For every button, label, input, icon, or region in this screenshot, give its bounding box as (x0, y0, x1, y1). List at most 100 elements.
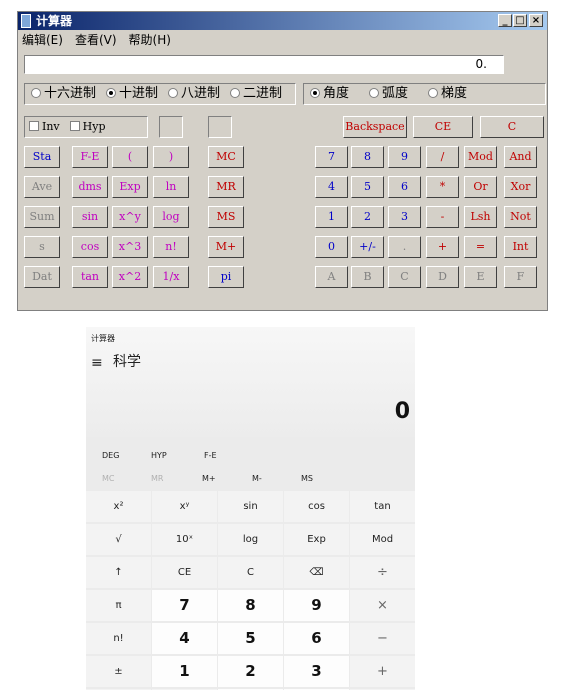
func-button-ln[interactable]: ln (153, 176, 189, 198)
calc-key-key-5-4[interactable]: + (350, 656, 415, 687)
radio-radians[interactable]: 弧度 (369, 84, 408, 104)
calc-key-key-2-3[interactable]: ⌫ (284, 557, 349, 588)
checkbox-inv[interactable]: Inv (29, 117, 60, 137)
key-button-mod[interactable]: Mod (464, 146, 497, 168)
memory-button-ms[interactable]: MS (301, 474, 313, 484)
calc-key-4-4-1[interactable]: 4 (152, 623, 217, 654)
calc-key-cos-0-3[interactable]: cos (284, 491, 349, 522)
calc-key-6-4-3[interactable]: 6 (284, 623, 349, 654)
key-button-int[interactable]: Int (504, 236, 537, 258)
calc-key-9-3-3[interactable]: 9 (284, 590, 349, 621)
menu-view[interactable]: 查看(V) (75, 33, 117, 47)
radio-dec[interactable]: 十进制 (106, 84, 158, 104)
calc-key-ce-2-1[interactable]: CE (152, 557, 217, 588)
menu-edit[interactable]: 编辑(E) (22, 33, 63, 47)
mode-toggle-f-e[interactable]: F-E (204, 451, 217, 461)
calc-key-tan-0-4[interactable]: tan (350, 491, 415, 522)
func-button-key[interactable]: ) (153, 146, 189, 168)
memory-button-mc[interactable]: MC (208, 146, 244, 168)
key-button-key[interactable]: = (464, 236, 497, 258)
key-button-9[interactable]: 9 (388, 146, 421, 168)
func-button-n[interactable]: n! (153, 236, 189, 258)
calc-key-8-3-2[interactable]: 8 (218, 590, 283, 621)
func-button-s[interactable]: s (24, 236, 60, 258)
key-button-and[interactable]: And (504, 146, 537, 168)
key-button-c[interactable]: C (388, 266, 421, 288)
calc-key-mod-1-4[interactable]: Mod (350, 524, 415, 555)
func-button-sin[interactable]: sin (72, 206, 108, 228)
key-button-not[interactable]: Not (504, 206, 537, 228)
menu-help[interactable]: 帮助(H) (129, 33, 171, 47)
hamburger-icon[interactable]: ≡ (91, 355, 103, 371)
calc-key-x-0-1[interactable]: xʸ (152, 491, 217, 522)
key-button-1[interactable]: 1 (315, 206, 348, 228)
checkbox-hyp[interactable]: Hyp (69, 117, 106, 137)
key-button-2[interactable]: 2 (351, 206, 384, 228)
key-button-key[interactable]: . (388, 236, 421, 258)
memory-button-m[interactable]: M- (252, 474, 262, 484)
func-button-cos[interactable]: cos (72, 236, 108, 258)
key-button-f[interactable]: F (504, 266, 537, 288)
key-button-lsh[interactable]: Lsh (464, 206, 497, 228)
calc-key-5-4-2[interactable]: 5 (218, 623, 283, 654)
calc-key-0-6-2[interactable]: 0 (218, 689, 283, 690)
key-button-key[interactable]: / (426, 146, 459, 168)
maximize-button[interactable]: □ (513, 14, 527, 27)
mode-toggle-hyp[interactable]: HYP (151, 451, 167, 461)
calc-key-1-5-1[interactable]: 1 (152, 656, 217, 687)
func-button-1-x[interactable]: 1/x (153, 266, 189, 288)
func-button-tan[interactable]: tan (72, 266, 108, 288)
key-button-d[interactable]: D (426, 266, 459, 288)
func-button-sta[interactable]: Sta (24, 146, 60, 168)
func-button-dat[interactable]: Dat (24, 266, 60, 288)
radio-oct[interactable]: 八进制 (168, 84, 220, 104)
func-button-x-2[interactable]: x^2 (112, 266, 148, 288)
key-button-3[interactable]: 3 (388, 206, 421, 228)
calc-key-key-6-1[interactable]: ) (152, 689, 217, 690)
key-button-b[interactable]: B (351, 266, 384, 288)
memory-button-pi[interactable]: pi (208, 266, 244, 288)
key-button-4[interactable]: 4 (315, 176, 348, 198)
calc-key-7-3-1[interactable]: 7 (152, 590, 217, 621)
key-button-key[interactable]: +/- (351, 236, 384, 258)
calc-key-key-6-4[interactable]: = (350, 689, 415, 690)
calc-key-3-5-3[interactable]: 3 (284, 656, 349, 687)
key-button-7[interactable]: 7 (315, 146, 348, 168)
clear-entry-button[interactable]: CE (413, 116, 473, 138)
clear-button[interactable]: C (480, 116, 544, 138)
calc-key-key-1-0[interactable]: √ (86, 524, 151, 555)
func-button-sum[interactable]: Sum (24, 206, 60, 228)
calc-key-key-2-4[interactable]: ÷ (350, 557, 415, 588)
func-button-x-y[interactable]: x^y (112, 206, 148, 228)
radio-hex[interactable]: 十六进制 (31, 84, 96, 104)
memory-button-m[interactable]: M+ (202, 474, 216, 484)
calc-key-key-6-0[interactable]: ( (86, 689, 151, 690)
key-button-0[interactable]: 0 (315, 236, 348, 258)
backspace-button[interactable]: Backspace (343, 116, 407, 138)
key-button-e[interactable]: E (464, 266, 497, 288)
func-button-f-e[interactable]: F-E (72, 146, 108, 168)
key-button-8[interactable]: 8 (351, 146, 384, 168)
calc-key-sin-0-2[interactable]: sin (218, 491, 283, 522)
mode-toggle-deg[interactable]: DEG (102, 451, 119, 461)
key-button-a[interactable]: A (315, 266, 348, 288)
key-button-5[interactable]: 5 (351, 176, 384, 198)
calc-key-c-2-2[interactable]: C (218, 557, 283, 588)
radio-degrees[interactable]: 角度 (310, 84, 349, 104)
func-button-dms[interactable]: dms (72, 176, 108, 198)
calc-key-key-6-3[interactable]: . (284, 689, 349, 690)
key-button-or[interactable]: Or (464, 176, 497, 198)
calc-key-x-0-0[interactable]: x² (86, 491, 151, 522)
key-button-key[interactable]: + (426, 236, 459, 258)
memory-button-mr[interactable]: MR (208, 176, 244, 198)
key-button-6[interactable]: 6 (388, 176, 421, 198)
calc-key-key-3-0[interactable]: π (86, 590, 151, 621)
func-button-log[interactable]: log (153, 206, 189, 228)
key-button-xor[interactable]: Xor (504, 176, 537, 198)
calc-key-key-2-0[interactable]: ↑ (86, 557, 151, 588)
radio-bin[interactable]: 二进制 (230, 84, 282, 104)
calc-key-key-5-0[interactable]: ± (86, 656, 151, 687)
radio-gradians[interactable]: 梯度 (428, 84, 467, 104)
memory-button-m[interactable]: M+ (208, 236, 244, 258)
func-button-ave[interactable]: Ave (24, 176, 60, 198)
